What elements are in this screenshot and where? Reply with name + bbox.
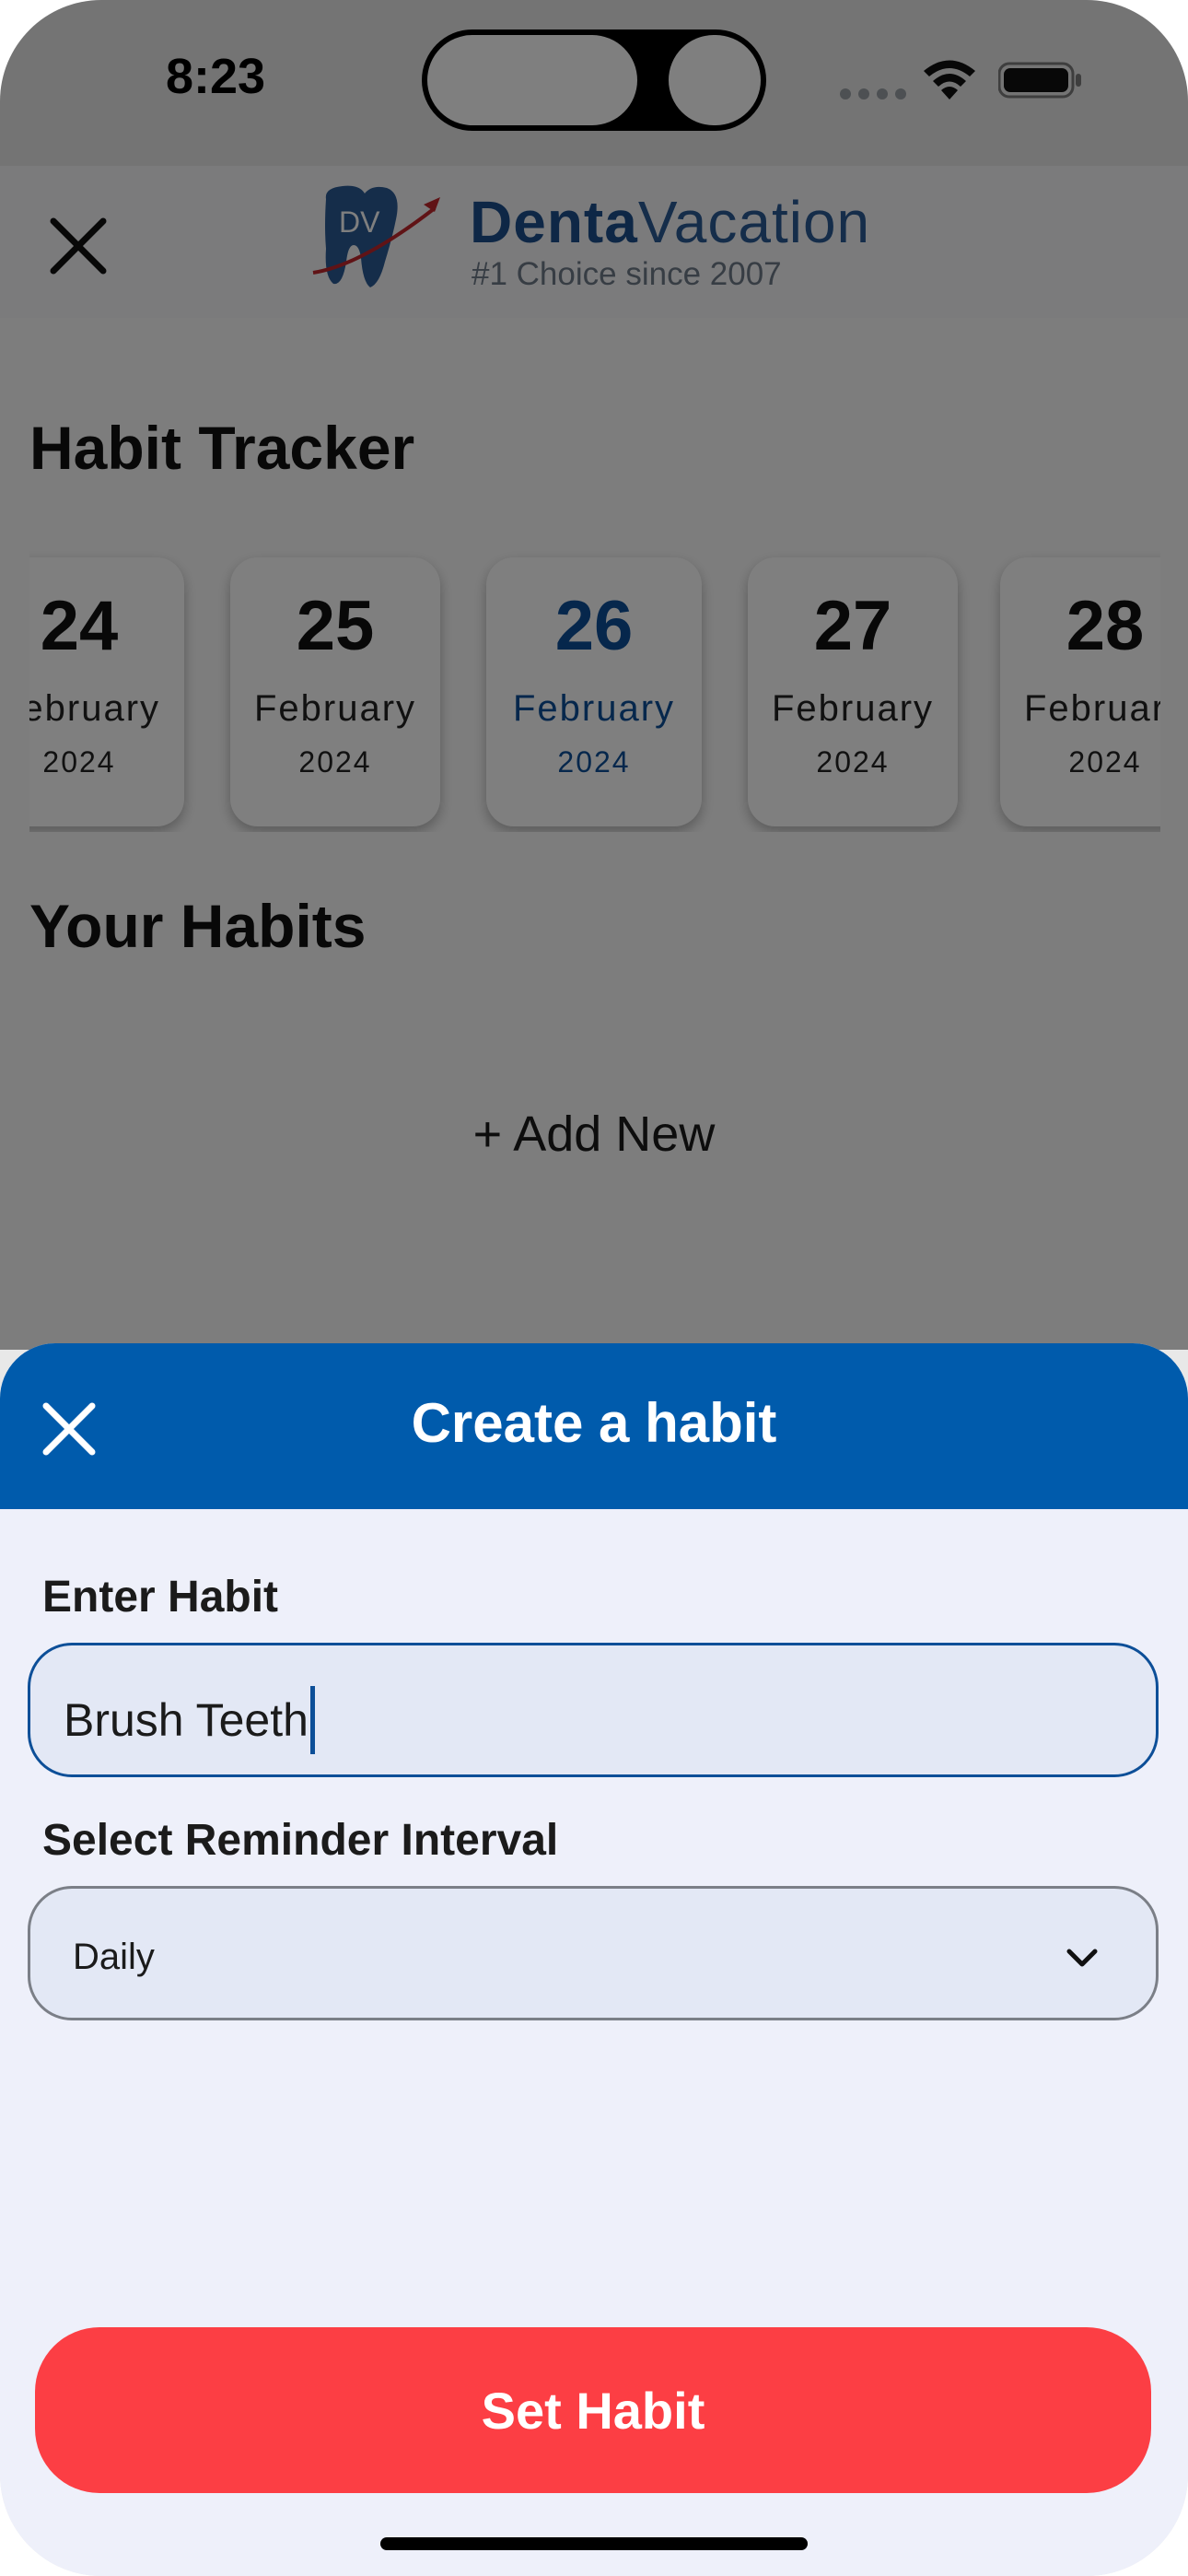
interval-label: Select Reminder Interval (42, 1816, 559, 1865)
sheet-title: Create a habit (411, 1392, 777, 1454)
interval-select[interactable]: Daily (28, 1886, 1159, 2020)
habit-input-wrap: Brush Teeth (64, 1686, 315, 1754)
interval-value: Daily (73, 1937, 155, 1977)
habit-input-value: Brush Teeth (64, 1694, 309, 1746)
habit-input[interactable]: Brush Teeth (28, 1643, 1159, 1777)
phone-screen: 8:23 DV DentaVacation #1 Choice since 20… (0, 0, 1188, 2576)
text-cursor (309, 1686, 315, 1754)
enter-habit-label: Enter Habit (42, 1573, 279, 1622)
chevron-down-icon (1066, 1949, 1098, 1967)
create-habit-sheet: Create a habit Enter Habit Brush Teeth S… (0, 1343, 1188, 2576)
set-habit-button[interactable]: Set Habit (35, 2327, 1151, 2493)
sheet-header: Create a habit (0, 1343, 1188, 1509)
home-indicator[interactable] (380, 2537, 808, 2550)
modal-backdrop[interactable] (0, 0, 1188, 1350)
